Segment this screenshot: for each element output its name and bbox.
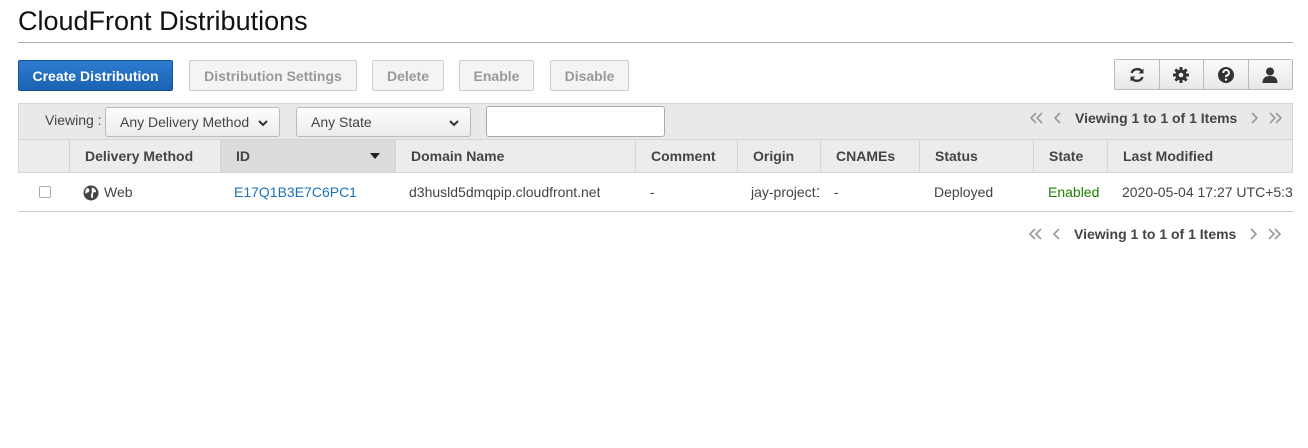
account-button[interactable] — [1247, 60, 1293, 89]
select-column-header — [19, 140, 69, 172]
table-row[interactable]: Web E17Q1B3E7C6PC1 d3husld5dmqpip.cloudf… — [18, 173, 1293, 212]
pagination-text: Viewing 1 to 1 of 1 Items — [1075, 110, 1238, 126]
toolbar-icon-group — [1114, 59, 1293, 90]
filter-bar: Viewing : Any Delivery Method Any State … — [18, 103, 1293, 140]
cell-status: Deployed — [934, 184, 994, 200]
user-icon — [1262, 67, 1278, 83]
delete-button[interactable]: Delete — [372, 60, 444, 91]
cell-state: Enabled — [1048, 184, 1100, 200]
first-page-icon[interactable] — [1025, 111, 1047, 125]
next-page-icon[interactable] — [1242, 227, 1264, 241]
gear-icon — [1173, 66, 1190, 83]
column-id[interactable]: ID — [220, 140, 395, 172]
column-last-modified[interactable]: Last Modified — [1107, 140, 1287, 172]
cell-cnames: - — [834, 184, 839, 200]
column-id-label: ID — [236, 148, 250, 164]
last-page-icon[interactable] — [1264, 227, 1286, 241]
delivery-method-select[interactable]: Any Delivery Method — [105, 107, 280, 137]
column-status[interactable]: Status — [919, 140, 1033, 172]
prev-page-icon[interactable] — [1047, 111, 1069, 125]
title-divider — [18, 42, 1293, 43]
cell-delivery-method: Web — [104, 184, 133, 200]
globe-icon — [83, 185, 99, 201]
search-input[interactable] — [486, 106, 665, 137]
cell-comment: - — [650, 184, 655, 200]
state-select[interactable]: Any State — [296, 107, 471, 137]
chevron-down-icon — [449, 120, 459, 127]
prev-page-icon[interactable] — [1046, 227, 1068, 241]
row-checkbox[interactable] — [39, 186, 51, 198]
distribution-settings-button[interactable]: Distribution Settings — [189, 60, 357, 91]
chevron-down-icon — [258, 120, 268, 127]
enable-button[interactable]: Enable — [459, 60, 534, 91]
next-page-icon[interactable] — [1243, 111, 1265, 125]
column-cnames[interactable]: CNAMEs — [820, 140, 919, 172]
delivery-method-value: Any Delivery Method — [120, 114, 250, 130]
column-comment[interactable]: Comment — [635, 140, 737, 172]
pagination-text: Viewing 1 to 1 of 1 Items — [1074, 226, 1237, 242]
page-title: CloudFront Distributions — [18, 6, 308, 36]
create-distribution-button[interactable]: Create Distribution — [18, 60, 173, 91]
refresh-button[interactable] — [1115, 60, 1159, 89]
column-domain-name[interactable]: Domain Name — [395, 140, 635, 172]
sort-desc-icon — [370, 153, 380, 159]
column-origin[interactable]: Origin — [737, 140, 820, 172]
column-state[interactable]: State — [1033, 140, 1107, 172]
last-page-icon[interactable] — [1265, 111, 1287, 125]
first-page-icon[interactable] — [1024, 227, 1046, 241]
settings-button[interactable] — [1158, 60, 1204, 89]
disable-button[interactable]: Disable — [550, 60, 629, 91]
cell-last-modified: 2020-05-04 17:27 UTC+5:30 — [1122, 184, 1293, 200]
help-icon — [1217, 66, 1234, 83]
help-button[interactable] — [1203, 60, 1248, 89]
pagination-bottom: Viewing 1 to 1 of 1 Items — [1024, 226, 1286, 242]
refresh-icon — [1130, 67, 1144, 82]
pagination-top: Viewing 1 to 1 of 1 Items — [1025, 110, 1287, 126]
viewing-label: Viewing : — [45, 112, 102, 128]
column-delivery-method[interactable]: Delivery Method — [69, 140, 220, 172]
distribution-id-link[interactable]: E17Q1B3E7C6PC1 — [234, 184, 357, 200]
table-header: Delivery Method ID Domain Name Comment O… — [18, 140, 1293, 173]
cell-origin: jay-project1 — [751, 184, 819, 200]
state-value: Any State — [311, 114, 372, 130]
cell-domain-name: d3husld5dmqpip.cloudfront.net — [409, 184, 601, 200]
